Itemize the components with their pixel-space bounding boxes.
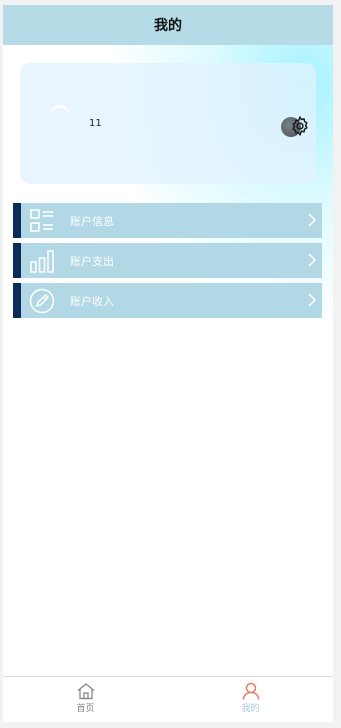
- menu-item-account-info[interactable]: 账户信息: [13, 203, 322, 238]
- account-menu: 账户信息 账户支出 账户收入: [13, 203, 322, 323]
- menu-item-label: 账户支出: [70, 254, 114, 268]
- app-screen: 我的 11 账户信息 账户支出 账户收入 首页 我的: [3, 5, 333, 722]
- chevron-right-icon: [308, 213, 316, 227]
- user-icon: [242, 682, 259, 700]
- page-title: 我的: [154, 18, 182, 34]
- settings-button[interactable]: [281, 115, 311, 139]
- gear-icon: [292, 115, 308, 137]
- tab-home[interactable]: 首页: [3, 677, 168, 722]
- menu-item-label: 账户收入: [70, 294, 114, 308]
- username: 11: [89, 118, 102, 129]
- tab-mine-label: 我的: [241, 704, 260, 714]
- menu-item-account-expense[interactable]: 账户支出: [13, 243, 322, 278]
- list-icon: [28, 207, 56, 235]
- pencil-icon: [28, 287, 56, 315]
- chevron-right-icon: [308, 253, 316, 267]
- tab-mine[interactable]: 我的: [168, 677, 333, 722]
- bar-chart-icon: [28, 247, 56, 275]
- bottom-tabbar: 首页 我的: [3, 676, 333, 722]
- top-navbar: 我的: [3, 5, 333, 45]
- home-icon: [77, 683, 94, 700]
- profile-card: [20, 63, 316, 184]
- menu-item-account-income[interactable]: 账户收入: [13, 283, 322, 318]
- chevron-right-icon: [308, 293, 316, 307]
- menu-item-label: 账户信息: [70, 214, 114, 228]
- tab-home-label: 首页: [76, 704, 95, 714]
